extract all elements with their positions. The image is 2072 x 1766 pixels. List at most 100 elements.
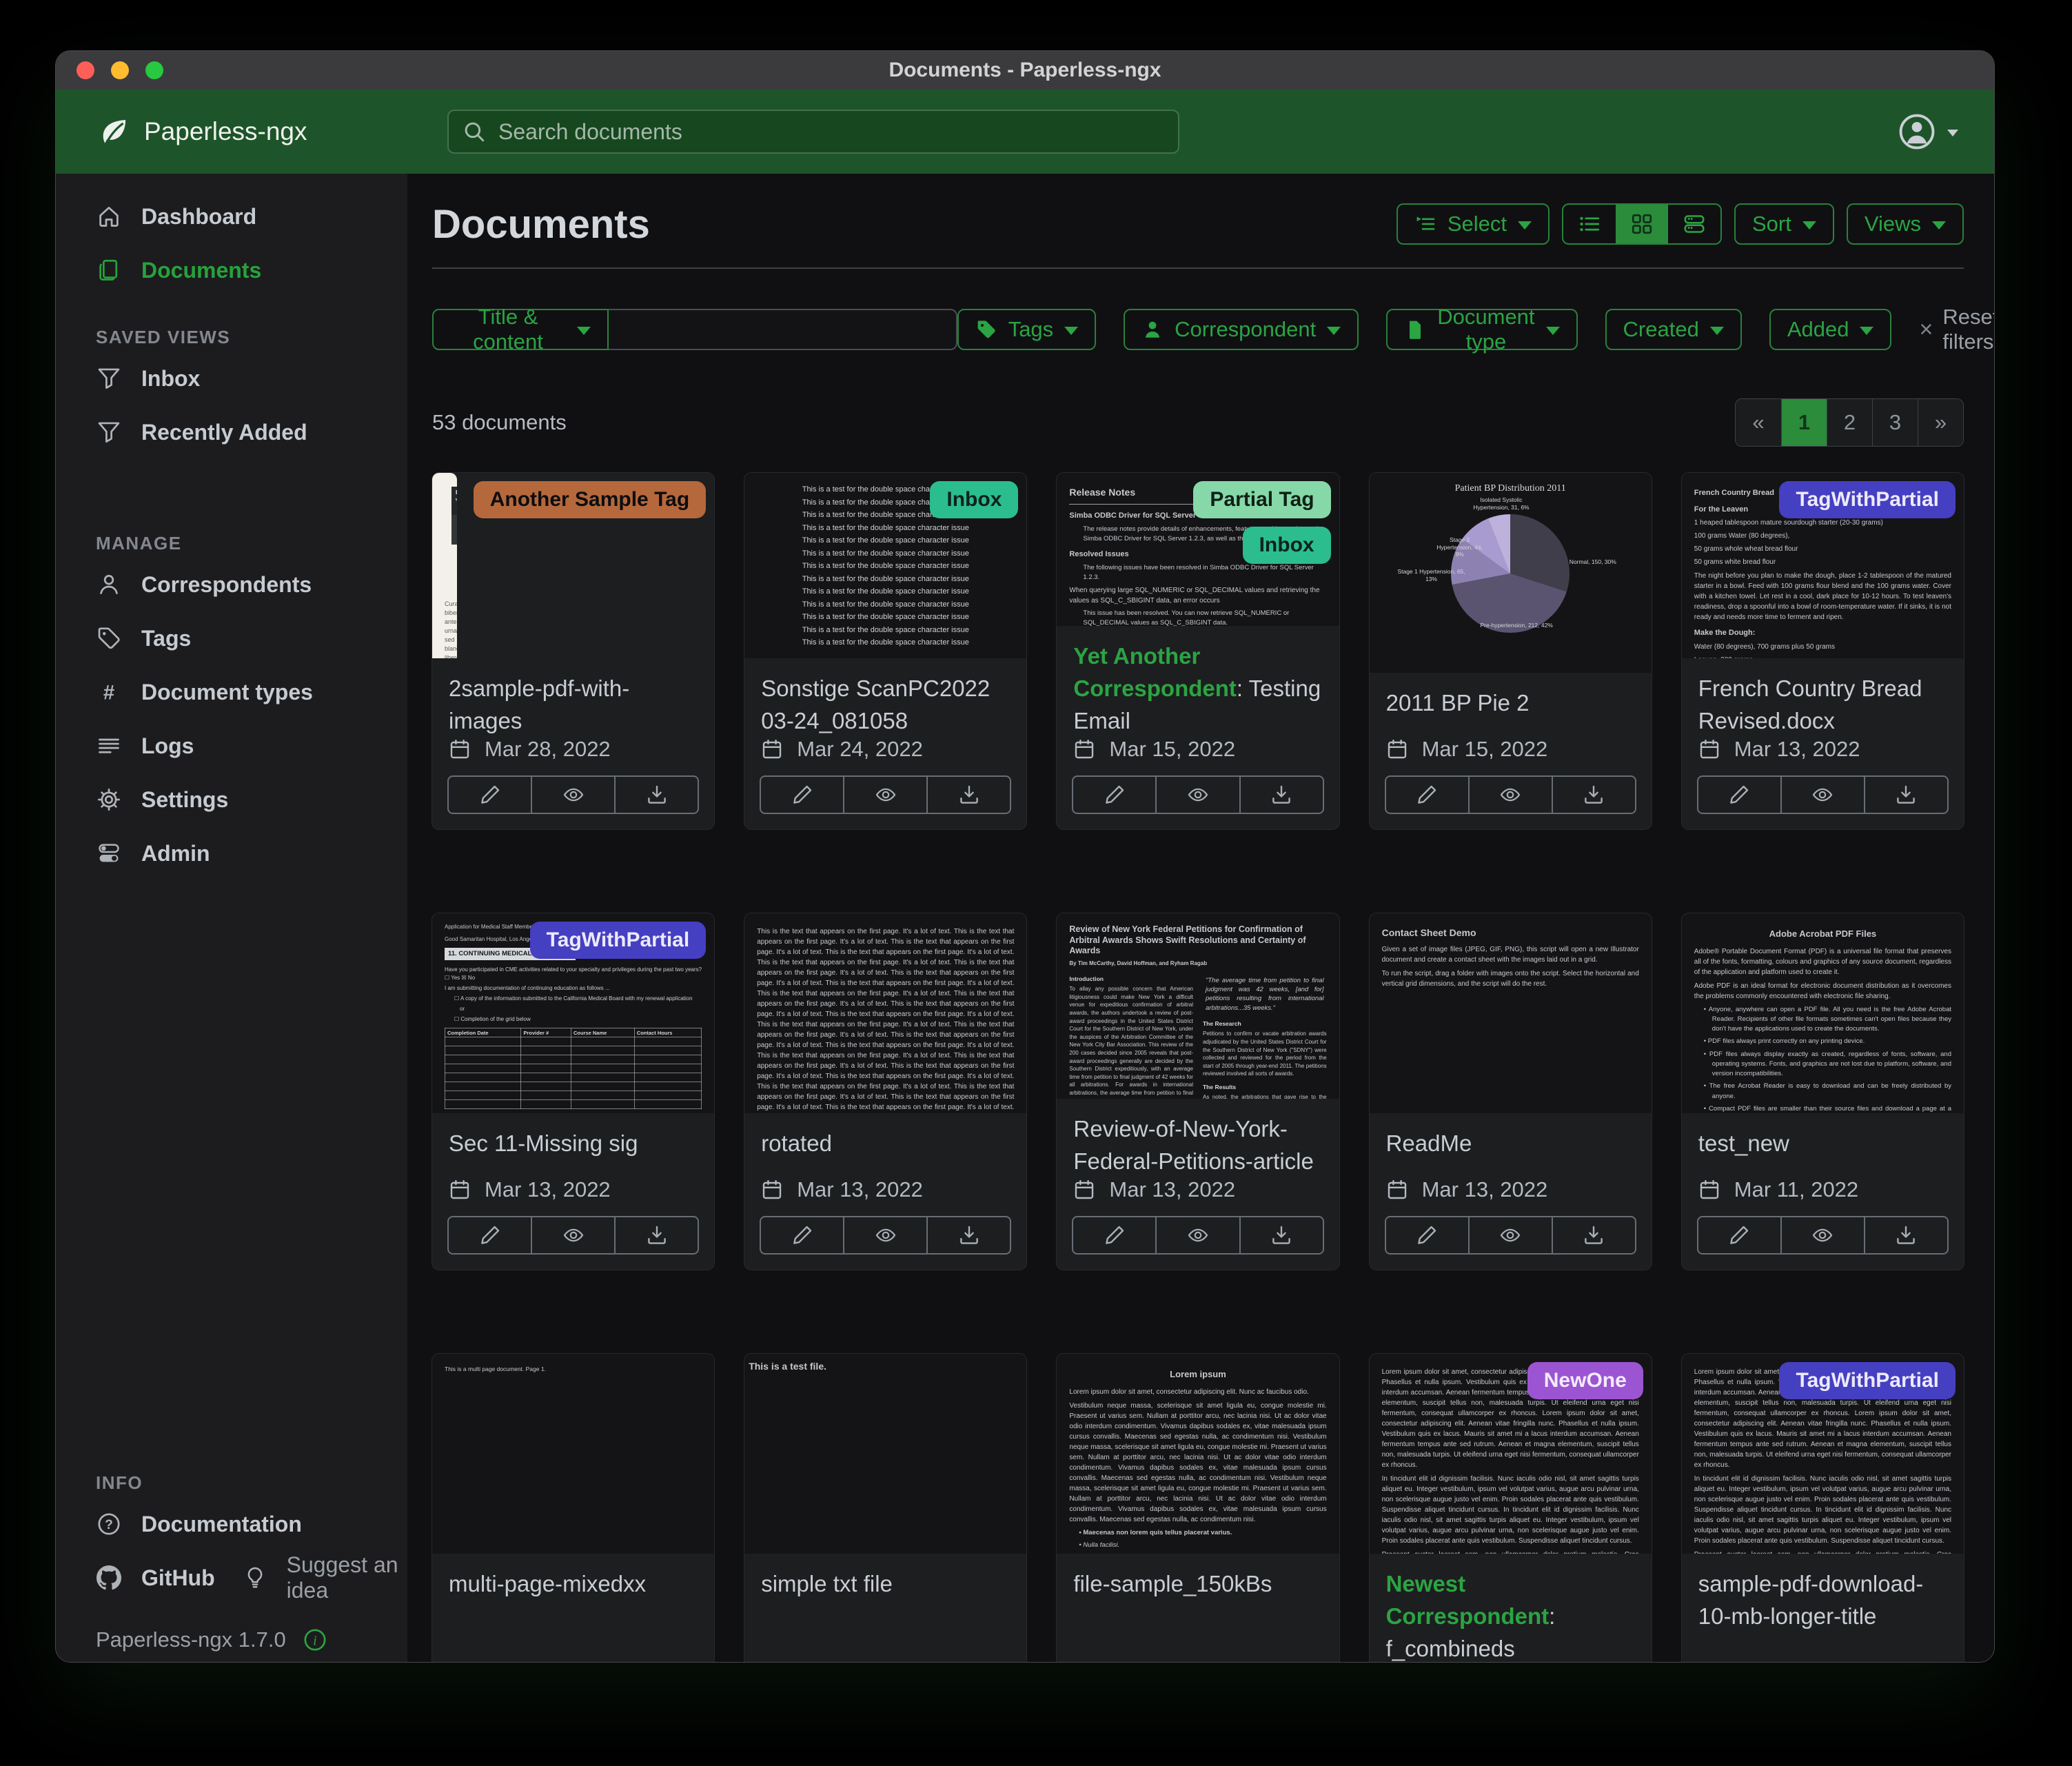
- document-title[interactable]: 2011 BP Pie 2: [1370, 673, 1652, 719]
- document-title[interactable]: file-sample_150kBs: [1057, 1554, 1339, 1600]
- document-title[interactable]: Sec 11-Missing sig: [432, 1113, 714, 1159]
- document-card[interactable]: This is a test for the double space char…: [744, 473, 1026, 829]
- views-dropdown[interactable]: Views: [1847, 203, 1964, 245]
- document-title[interactable]: 2sample-pdf-with-images: [432, 658, 714, 737]
- sidebar-item-correspondents[interactable]: Correspondents: [56, 565, 407, 604]
- select-dropdown[interactable]: Select: [1396, 203, 1550, 245]
- document-card[interactable]: This is a test file.simple txt file: [744, 1354, 1026, 1663]
- sort-dropdown[interactable]: Sort: [1734, 203, 1834, 245]
- document-card[interactable]: Review of New York Federal Petitions for…: [1057, 913, 1339, 1270]
- sidebar-item-documents[interactable]: Documents: [56, 251, 407, 290]
- sidebar-item-suggest-idea[interactable]: Suggest an idea: [215, 1559, 407, 1597]
- sidebar-item-admin[interactable]: Admin: [56, 834, 407, 873]
- pagination-page-1[interactable]: 1: [1781, 399, 1827, 446]
- sidebar-item-inbox[interactable]: Inbox: [56, 359, 407, 398]
- preview-document-button[interactable]: [1157, 1216, 1240, 1255]
- document-card[interactable]: Patient BP Distribution 2011Normal, 150,…: [1370, 473, 1652, 829]
- pagination-next[interactable]: »: [1918, 399, 1963, 446]
- correspondent-filter-dropdown[interactable]: Correspondent: [1124, 309, 1359, 350]
- edit-document-button[interactable]: [1385, 775, 1470, 814]
- title-content-dropdown[interactable]: Title & content: [432, 309, 609, 350]
- edit-document-button[interactable]: [1697, 1216, 1782, 1255]
- tag-badge[interactable]: TagWithPartial: [1779, 481, 1956, 518]
- download-document-button[interactable]: [616, 1216, 699, 1255]
- document-title[interactable]: multi-page-mixedxx: [432, 1554, 714, 1600]
- document-card[interactable]: Release NotesSimba ODBC Driver for SQL S…: [1057, 473, 1339, 829]
- download-document-button[interactable]: [1865, 1216, 1949, 1255]
- document-thumbnail[interactable]: This is a multi page document. Page 1.: [432, 1354, 714, 1554]
- user-menu[interactable]: [1898, 90, 1958, 174]
- document-card[interactable]: Lorem ipsumLorem ipsum dolor sit amet, c…: [1057, 1354, 1339, 1663]
- document-card[interactable]: Contact Sheet DemoGiven a set of image f…: [1370, 913, 1652, 1270]
- sidebar-item-logs[interactable]: Logs: [56, 727, 407, 765]
- info-circle-icon[interactable]: i: [303, 1627, 327, 1652]
- sidebar-item-recently-added[interactable]: Recently Added: [56, 413, 407, 451]
- preview-document-button[interactable]: [1470, 775, 1553, 814]
- preview-document-button[interactable]: [532, 1216, 616, 1255]
- tag-badge[interactable]: Inbox: [930, 481, 1018, 518]
- preview-document-button[interactable]: [1782, 1216, 1865, 1255]
- edit-document-button[interactable]: [447, 775, 532, 814]
- download-document-button[interactable]: [928, 775, 1011, 814]
- download-document-button[interactable]: [928, 1216, 1011, 1255]
- tag-badge[interactable]: Inbox: [1243, 527, 1331, 564]
- edit-document-button[interactable]: [760, 775, 844, 814]
- download-document-button[interactable]: [1865, 775, 1949, 814]
- tag-badge[interactable]: Partial Tag: [1193, 481, 1330, 518]
- sidebar-item-documentation[interactable]: ? Documentation: [56, 1505, 407, 1543]
- fullscreen-button[interactable]: [145, 61, 163, 79]
- added-filter-dropdown[interactable]: Added: [1769, 309, 1892, 350]
- document-thumbnail[interactable]: This is the text that appears on the fir…: [744, 913, 1026, 1113]
- preview-document-button[interactable]: [844, 775, 928, 814]
- document-title[interactable]: French Country Bread Revised.docx: [1682, 658, 1964, 737]
- tag-badge[interactable]: TagWithPartial: [1779, 1362, 1956, 1399]
- document-title[interactable]: simple txt file: [744, 1554, 1026, 1600]
- document-card[interactable]: Application for Medical Staff Membership…: [432, 913, 714, 1270]
- document-title[interactable]: Yet Another Correspondent: Testing Email: [1057, 626, 1339, 737]
- sidebar-item-tags[interactable]: Tags: [56, 619, 407, 658]
- document-correspondent[interactable]: Newest Correspondent: [1386, 1571, 1550, 1629]
- pagination-page-3[interactable]: 3: [1872, 399, 1918, 446]
- tag-badge[interactable]: TagWithPartial: [530, 922, 707, 959]
- download-document-button[interactable]: [1553, 1216, 1636, 1255]
- document-title[interactable]: rotated: [744, 1113, 1026, 1159]
- view-list-button[interactable]: [1563, 205, 1616, 243]
- title-content-input[interactable]: [609, 309, 957, 350]
- document-card[interactable]: Lorem ipsum dolor sit amet, consectetur …: [1370, 1354, 1652, 1663]
- tags-filter-dropdown[interactable]: Tags: [957, 309, 1096, 350]
- document-correspondent[interactable]: Yet Another Correspondent: [1073, 643, 1237, 701]
- close-button[interactable]: [77, 61, 94, 79]
- document-thumbnail[interactable]: Review of New York Federal Petitions for…: [1057, 913, 1339, 1099]
- document-thumbnail[interactable]: Lorem ipsumLorem ipsum dolor sit amet, c…: [1057, 1354, 1339, 1554]
- document-type-filter-dropdown[interactable]: Document type: [1386, 309, 1577, 350]
- document-thumbnail[interactable]: This is a test file.: [744, 1354, 1026, 1554]
- document-title[interactable]: Sonstige ScanPC2022 03-24_081058: [744, 658, 1026, 737]
- preview-document-button[interactable]: [1782, 775, 1865, 814]
- document-card[interactable]: This is a multi page document. Page 1.mu…: [432, 1354, 714, 1663]
- document-card[interactable]: Adobe Acrobat PDF FilesAdobe® Portable D…: [1682, 913, 1964, 1270]
- preview-document-button[interactable]: [1470, 1216, 1553, 1255]
- view-cards-button[interactable]: [1668, 205, 1720, 243]
- document-card[interactable]: Lorem ipsum dolor sit amet, consectetur …: [1682, 1354, 1964, 1663]
- document-title[interactable]: Newest Correspondent: f_combineds: [1370, 1554, 1652, 1663]
- created-filter-dropdown[interactable]: Created: [1605, 309, 1742, 350]
- document-card[interactable]: French Country BreadFor the Leaven1 heap…: [1682, 473, 1964, 829]
- document-thumbnail[interactable]: Adobe Acrobat PDF FilesAdobe® Portable D…: [1682, 913, 1964, 1113]
- sidebar-item-settings[interactable]: Settings: [56, 780, 407, 819]
- brand[interactable]: Paperless-ngx: [99, 90, 307, 174]
- document-title[interactable]: ReadMe: [1370, 1113, 1652, 1159]
- edit-document-button[interactable]: [1385, 1216, 1470, 1255]
- document-thumbnail[interactable]: Contact Sheet DemoGiven a set of image f…: [1370, 913, 1652, 1113]
- edit-document-button[interactable]: [1697, 775, 1782, 814]
- minimize-button[interactable]: [111, 61, 129, 79]
- preview-document-button[interactable]: [1157, 775, 1240, 814]
- reset-filters-button[interactable]: × Reset filters: [1919, 305, 1994, 354]
- download-document-button[interactable]: [616, 775, 699, 814]
- view-grid-button[interactable]: [1616, 205, 1668, 243]
- edit-document-button[interactable]: [447, 1216, 532, 1255]
- download-document-button[interactable]: [1241, 1216, 1324, 1255]
- edit-document-button[interactable]: [1072, 775, 1157, 814]
- document-thumbnail[interactable]: Patient BP Distribution 2011Normal, 150,…: [1370, 473, 1652, 673]
- download-document-button[interactable]: [1241, 775, 1324, 814]
- download-document-button[interactable]: [1553, 775, 1636, 814]
